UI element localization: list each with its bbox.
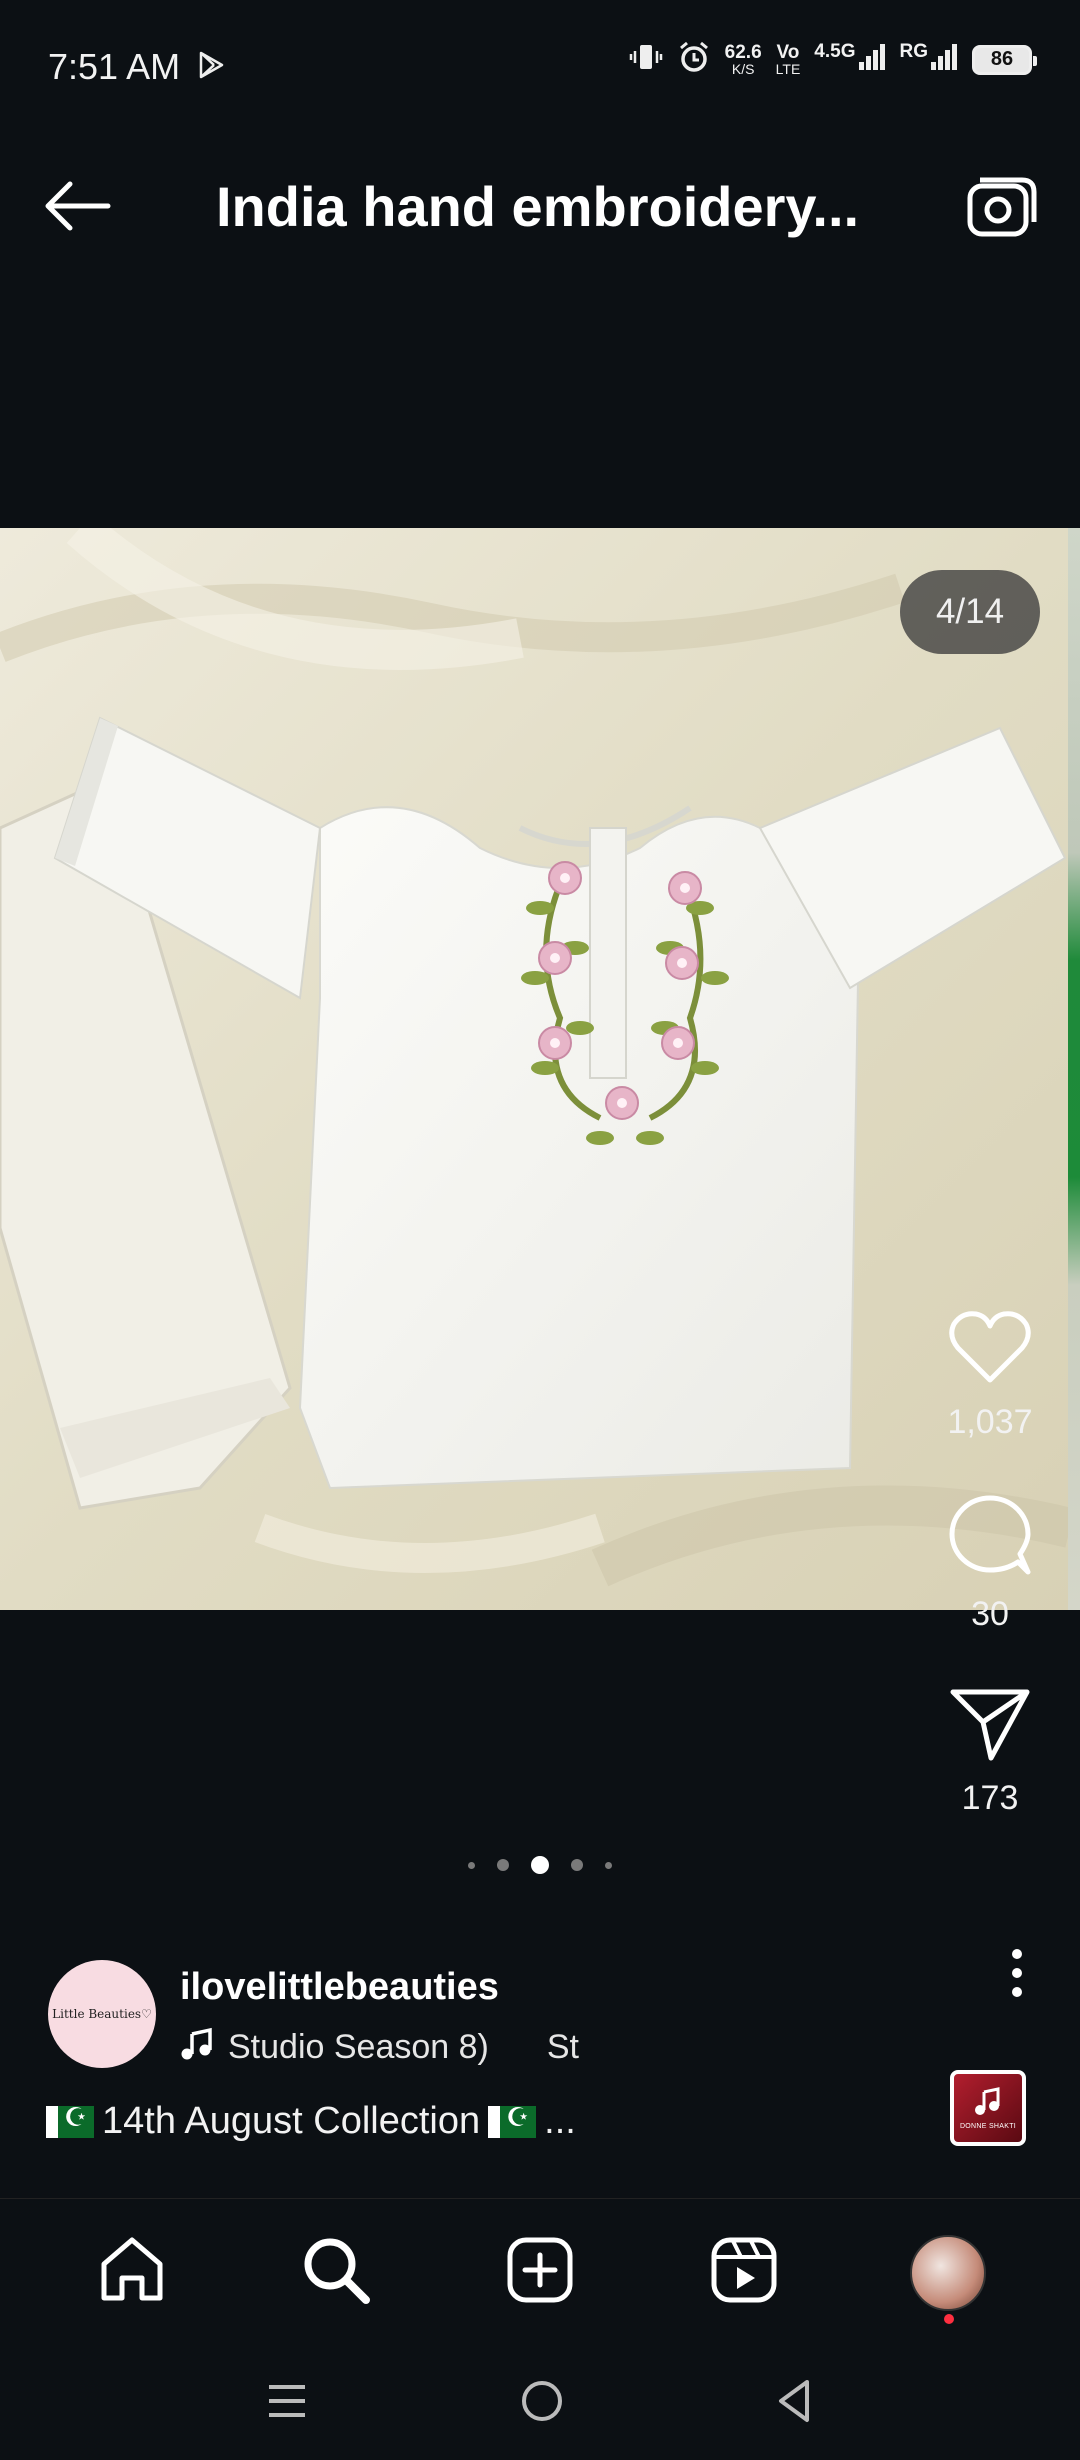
author-username[interactable]: ilovelittlebeauties <box>180 1966 499 2009</box>
signal-bars-icon <box>858 42 886 77</box>
carousel-dot <box>605 1861 612 1869</box>
nav-home[interactable] <box>87 2228 177 2318</box>
bottom-navigation <box>0 2198 1080 2346</box>
notification-dot <box>944 2313 954 2324</box>
carrier-label: RG <box>899 41 929 62</box>
comment-icon[interactable] <box>948 1494 1032 1583</box>
system-navigation-bar <box>0 2346 1080 2460</box>
battery-indicator: 86 <box>972 44 1037 75</box>
like-action: 1,037 <box>947 1310 1033 1442</box>
status-icons: 62.6 K/S Vo LTE 4.5G RG 86 <box>629 40 1037 79</box>
recents-icon[interactable] <box>265 2381 309 2426</box>
nav-reels[interactable] <box>699 2228 789 2318</box>
camera-icon <box>964 177 1040 250</box>
next-image-peek[interactable] <box>1068 528 1080 1610</box>
network-speed-value: 62.6 <box>724 42 762 63</box>
screen: 7:51 AM 62.6 K/S Vo LTE 4.5G RG 86 India… <box>0 0 1080 2460</box>
status-time: 7:51 AM <box>48 46 181 87</box>
camera-button[interactable] <box>964 170 1040 246</box>
like-count: 1,037 <box>947 1403 1033 1441</box>
nav-create[interactable] <box>495 2228 585 2318</box>
carousel-dot <box>468 1861 475 1869</box>
status-bar: 7:51 AM 62.6 K/S Vo LTE 4.5G RG 86 <box>0 0 1080 130</box>
signal-bars-icon <box>930 42 958 77</box>
pakistan-flag-icon <box>46 2102 94 2138</box>
top-header: India hand embroidery... <box>0 140 1080 270</box>
volte-bottom: LTE <box>775 61 801 77</box>
carousel-dot <box>497 1859 509 1871</box>
back-arrow-icon <box>40 181 112 240</box>
vibrate-icon <box>629 42 663 77</box>
profile-avatar <box>910 2234 986 2311</box>
search-icon <box>300 2234 372 2311</box>
page-title: India hand embroidery... <box>216 175 860 238</box>
reels-icon <box>709 2235 779 2310</box>
send-icon[interactable] <box>949 1686 1031 1767</box>
comment-action: 30 <box>948 1494 1032 1634</box>
alarm-icon <box>677 40 711 79</box>
music-note-icon <box>973 2086 1003 2121</box>
signal-2: RG <box>900 42 959 77</box>
carousel-dots <box>0 1856 1080 1874</box>
carousel-dot-active <box>531 1856 549 1874</box>
home-icon <box>96 2234 168 2311</box>
music-track: Studio Season 8) <box>228 2028 489 2066</box>
network-speed: 62.6 K/S <box>725 43 762 76</box>
post-image[interactable]: 4/14 <box>0 528 1070 1610</box>
avatar-logo-text: Little Beauties♡ <box>52 2007 152 2021</box>
network-speed-unit: K/S <box>731 61 755 77</box>
heart-icon[interactable] <box>948 1310 1032 1391</box>
play-store-icon <box>196 50 226 85</box>
music-info[interactable]: Studio Season 8) St <box>180 2026 579 2069</box>
caption-text: 14th August Collection <box>102 2100 481 2142</box>
post-caption[interactable]: 14th August Collection ... <box>46 2100 576 2143</box>
carousel-dot <box>571 1859 583 1871</box>
signal-1: 4.5G <box>814 42 885 77</box>
music-note-icon <box>180 2026 214 2069</box>
network-type: 4.5G <box>814 41 856 62</box>
share-count: 173 <box>961 1779 1019 1817</box>
more-vertical-icon <box>1010 1949 1024 2002</box>
back-button[interactable] <box>40 176 120 236</box>
audio-thumbnail[interactable]: DONNE SHAKTI <box>950 2070 1026 2146</box>
music-track-next: St <box>546 2028 579 2066</box>
image-counter: 4/14 <box>900 570 1040 654</box>
author-avatar[interactable]: Little Beauties♡ <box>48 1960 156 2068</box>
kurta-photo <box>0 528 1070 1610</box>
home-circle-icon[interactable] <box>519 2378 565 2429</box>
caption-more: ... <box>544 2100 576 2142</box>
audio-thumb-caption: DONNE SHAKTI <box>959 2123 1017 2130</box>
volte-top: Vo <box>776 42 800 63</box>
more-options-button[interactable] <box>1010 1948 1024 2003</box>
nav-search[interactable] <box>291 2228 381 2318</box>
back-triangle-icon[interactable] <box>775 2378 815 2429</box>
comment-count: 30 <box>971 1595 1009 1633</box>
volte-indicator: Vo LTE <box>776 43 801 76</box>
share-action: 173 <box>949 1686 1031 1818</box>
nav-profile[interactable] <box>903 2228 993 2324</box>
action-column: 1,037 30 173 <box>930 1310 1050 1818</box>
add-post-icon <box>505 2235 575 2310</box>
pakistan-flag-icon <box>488 2102 537 2138</box>
